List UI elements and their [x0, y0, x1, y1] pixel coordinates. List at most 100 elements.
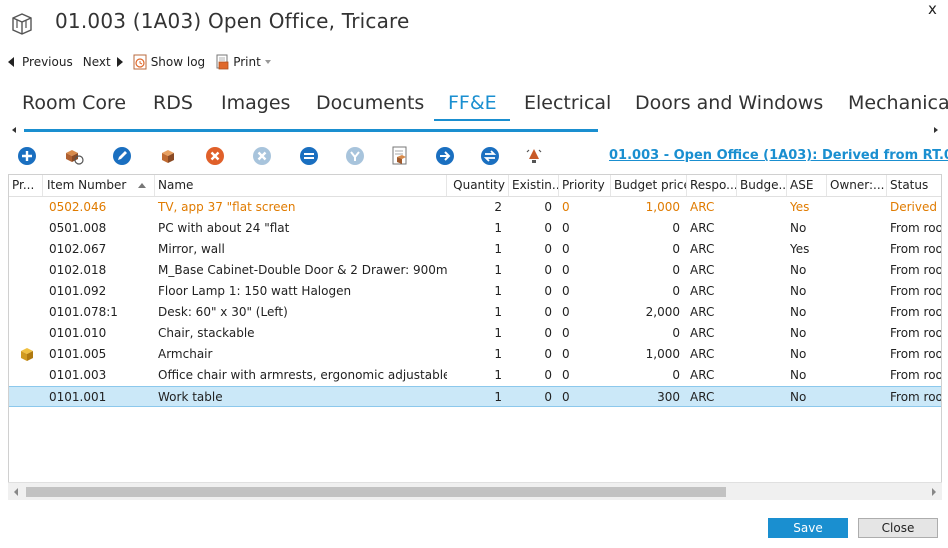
cell-ase: No [790, 221, 807, 235]
table-row[interactable]: 0101.005 Armchair 1 00 1,000 ARC No From room [9, 344, 941, 365]
close-window-icon[interactable]: x [928, 0, 937, 18]
print-icon [216, 54, 229, 70]
column-header-budget[interactable]: Budge... [737, 175, 787, 196]
column-header-pr[interactable]: Pr... [9, 175, 43, 196]
table-row[interactable]: 0502.046 TV, app 37 "flat screen 2 0 0 1,000 A… [9, 197, 941, 218]
cell-quantity: 1 [494, 347, 502, 361]
tab-mechanical[interactable]: Mechanical [848, 92, 948, 114]
save-button[interactable]: Save [768, 518, 848, 538]
table-row[interactable]: 0501.008 PC with about 24 "flat 1 0 0 0 ARC No F… [9, 218, 941, 239]
log-icon [133, 54, 147, 70]
tab-rds[interactable]: RDS [153, 92, 193, 114]
cell-name: TV, app 37 "flat screen [158, 200, 296, 214]
column-header-owner[interactable]: Owner:... [827, 175, 887, 196]
column-header-existing[interactable]: Existin... [509, 175, 559, 196]
previous-button[interactable]: Previous [8, 55, 73, 69]
close-button[interactable]: Close [858, 518, 938, 538]
next-button[interactable]: Next [83, 55, 123, 69]
cell-ase: Yes [790, 242, 810, 256]
disabled-cross-icon[interactable] [251, 145, 273, 167]
cell-responsible: ARC [690, 221, 715, 235]
column-header-ase[interactable]: ASE [787, 175, 827, 196]
table-row[interactable]: 0102.067Mirror, wall1000ARCYesFrom room [9, 239, 941, 260]
cell-budget [737, 344, 787, 365]
cell-name: Chair, stackable [158, 326, 255, 340]
cell-name: M_Base Cabinet-Double Door & 2 Drawer: 9… [158, 263, 447, 277]
tab-electrical[interactable]: Electrical [524, 92, 611, 114]
cell-budget-price: 0 [672, 368, 680, 382]
column-header-responsible[interactable]: Respo... [687, 175, 737, 196]
cell-budget [737, 260, 787, 281]
tab-ffe[interactable]: FF&E [448, 92, 497, 114]
cell-owner [827, 197, 887, 218]
cell-budget [737, 365, 787, 386]
grid-horizontal-scrollbar[interactable] [8, 482, 942, 500]
ffe-items-grid: Pr... Item Number Name Quantity Existin.… [8, 174, 942, 500]
cell-owner [827, 281, 887, 302]
cell-item-number: 0102.067 [49, 242, 107, 256]
cell-ase: No [790, 305, 807, 319]
table-row[interactable]: 0101.078:1 Desk: 60" x 30" (Left) 1 0 0 2,000… [9, 302, 941, 323]
table-row[interactable]: 0101.092 Floor Lamp 1: 150 watt Halogen 1 0… [9, 281, 941, 302]
tab-room-core[interactable]: Room Core [22, 92, 126, 114]
cell-quantity: 1 [494, 242, 502, 256]
derived-from-link[interactable]: 01.003 - Open Office (1A03): Derived fro… [609, 148, 948, 163]
table-row[interactable]: 0102.018 M_Base Cabinet-Double Door & 2 D… [9, 260, 941, 281]
cell-status: Derived [890, 200, 937, 214]
cell-budget-price: 300 [657, 390, 680, 404]
column-header-item-number[interactable]: Item Number [43, 175, 155, 196]
room-cube-icon [12, 13, 32, 35]
cell-ase: No [790, 390, 807, 404]
scroll-right-icon[interactable] [934, 127, 938, 133]
cell-budget [737, 239, 787, 260]
bell-item-icon[interactable] [523, 145, 545, 167]
show-log-label: Show log [150, 55, 206, 69]
column-header-priority[interactable]: Priority [559, 175, 611, 196]
cell-responsible: ARC [690, 263, 715, 277]
cell-existing: 0 [544, 347, 552, 361]
tab-scroll-thumb[interactable] [24, 129, 598, 132]
tab-images[interactable]: Images [221, 92, 290, 114]
cell-existing: 0 [544, 242, 552, 256]
table-row[interactable]: 0101.010 Chair, stackable 1 0 0 0 ARC No From ro… [9, 323, 941, 344]
furniture-group-icon[interactable] [63, 145, 85, 167]
grid-scroll-thumb[interactable] [26, 487, 726, 497]
cell-responsible: ARC [690, 390, 715, 404]
chevron-down-icon [264, 60, 271, 64]
tab-doors-and-windows[interactable]: Doors and Windows [635, 92, 823, 114]
scroll-right-icon[interactable] [932, 488, 936, 496]
box-icon[interactable] [157, 145, 179, 167]
print-button[interactable]: Print [215, 54, 271, 70]
add-icon[interactable] [16, 145, 38, 167]
filter-icon[interactable] [344, 145, 366, 167]
column-header-quantity[interactable]: Quantity [447, 175, 509, 196]
show-log-button[interactable]: Show log [133, 54, 206, 70]
cell-existing: 0 [544, 326, 552, 340]
edit-icon[interactable] [111, 145, 133, 167]
document-list-icon[interactable] [389, 145, 411, 167]
table-row[interactable]: 0101.001 Work table 1 00 300 ARC No From room [9, 386, 941, 407]
arrow-right-icon [116, 57, 123, 67]
next-label: Next [82, 55, 111, 69]
cell-name: Armchair [158, 347, 213, 361]
tab-scrollbar[interactable] [8, 126, 942, 136]
scroll-left-icon[interactable] [12, 127, 16, 133]
record-navigation: Previous Next Show log Print [8, 52, 281, 72]
cell-quantity: 1 [494, 390, 502, 404]
minus-icon[interactable] [298, 145, 320, 167]
cell-owner [827, 239, 887, 260]
arrow-left-icon [8, 57, 14, 67]
tab-documents[interactable]: Documents [316, 92, 424, 114]
scroll-left-icon[interactable] [14, 488, 18, 496]
refresh-icon[interactable] [479, 145, 501, 167]
column-header-name[interactable]: Name [155, 175, 447, 196]
cell-owner [827, 260, 887, 281]
column-header-budget-price[interactable]: Budget price [611, 175, 687, 196]
column-header-status[interactable]: Status [887, 175, 941, 196]
delete-icon[interactable] [204, 145, 226, 167]
arrow-right-icon[interactable] [434, 145, 456, 167]
print-label: Print [233, 55, 261, 69]
table-row[interactable]: 0101.003 Office chair with armrests, ergo… [9, 365, 941, 386]
cell-status: From room [890, 242, 941, 256]
cell-responsible: ARC [690, 284, 715, 298]
